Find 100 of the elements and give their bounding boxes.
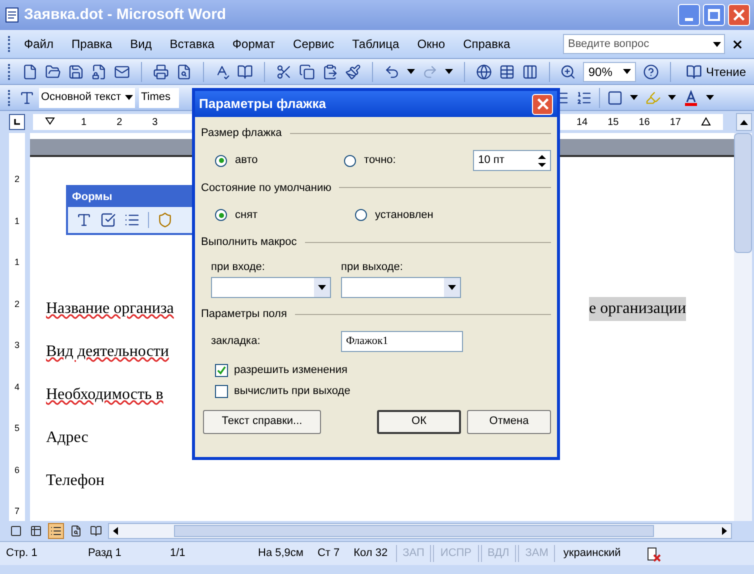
macro-dropdown[interactable] — [341, 277, 461, 298]
menu-item[interactable]: Справка — [454, 35, 520, 53]
zoom-dropdown[interactable]: 90% — [583, 62, 636, 82]
status-item: ВДЛ — [480, 545, 516, 562]
dialog-button[interactable]: Отмена — [467, 410, 551, 434]
dialog-title: Параметры флажка — [199, 95, 326, 114]
undo-icon[interactable] — [384, 64, 400, 80]
tab-selector[interactable] — [9, 114, 25, 130]
globe-icon[interactable] — [476, 64, 492, 80]
new-document-icon[interactable] — [22, 64, 38, 80]
view-icon — [10, 525, 22, 537]
minimize-button[interactable] — [678, 4, 700, 26]
vertical-scrollbar[interactable] — [734, 133, 752, 521]
properties-icon[interactable] — [157, 212, 173, 228]
form-field[interactable]: е организации — [589, 296, 686, 320]
mail-icon[interactable] — [114, 64, 130, 80]
menu-item[interactable]: Таблица — [343, 35, 408, 53]
close-button[interactable] — [532, 94, 553, 114]
columns-icon[interactable] — [522, 64, 538, 80]
font-color-icon[interactable] — [683, 90, 699, 106]
checkbox[interactable] — [215, 384, 228, 398]
save-icon[interactable] — [68, 64, 84, 80]
font-dropdown[interactable]: Times — [139, 88, 179, 108]
view-button[interactable] — [48, 523, 64, 539]
checkbox-icon[interactable] — [100, 212, 116, 228]
group-title: Параметры поля — [201, 307, 287, 322]
ruler-number: 2 — [116, 116, 122, 130]
document-text: Вид деятельности — [46, 342, 169, 362]
document-text: Название организа — [46, 298, 174, 318]
checkbox[interactable] — [215, 364, 228, 376]
printer-icon[interactable] — [152, 64, 169, 80]
close-icon[interactable] — [733, 40, 742, 48]
radio-button[interactable] — [215, 209, 227, 221]
zoom-icon[interactable] — [560, 64, 576, 80]
radio-button[interactable] — [215, 154, 227, 166]
caret-icon — [668, 95, 676, 100]
view-icon — [70, 525, 82, 537]
menu-item[interactable]: Правка — [62, 35, 122, 53]
styles-icon[interactable] — [19, 90, 35, 106]
status-item: ЗАП — [396, 545, 432, 562]
research-icon[interactable] — [237, 64, 254, 80]
ruler-number: 4 — [14, 380, 20, 394]
close-icon — [536, 98, 548, 110]
ruler-number: 1 — [14, 214, 20, 228]
radio-button[interactable] — [355, 209, 367, 221]
ruler-number: 1 — [81, 116, 87, 130]
view-button[interactable] — [8, 523, 24, 539]
view-button[interactable] — [88, 523, 104, 539]
ruler-number: 1 — [14, 256, 20, 269]
brush-icon[interactable] — [345, 64, 362, 80]
caret-icon — [125, 95, 133, 100]
close-button[interactable] — [728, 4, 750, 26]
menu-item[interactable]: Вставка — [160, 35, 224, 53]
folder-icon[interactable] — [44, 64, 61, 80]
scroll-up-button[interactable] — [736, 113, 752, 131]
view-button[interactable] — [28, 523, 44, 539]
checkbox-label: вычислить при выходе — [234, 384, 350, 399]
document-text: Адрес — [46, 428, 88, 448]
ruler-number: 3 — [14, 339, 20, 352]
table-icon[interactable] — [498, 64, 515, 80]
right-arrow-icon[interactable] — [722, 527, 727, 535]
dialog-button[interactable]: Текст справки... — [203, 410, 321, 434]
border-icon[interactable] — [607, 90, 623, 106]
print-preview-icon[interactable] — [176, 64, 192, 80]
status-item: На 5,9см — [257, 546, 304, 562]
help-icon[interactable] — [643, 64, 660, 80]
ruler-number: 7 — [14, 505, 20, 518]
paste-icon[interactable] — [322, 64, 338, 80]
field-label: закладка: — [211, 334, 262, 349]
menu-item[interactable]: Файл — [15, 35, 63, 53]
status-item: украинский — [562, 546, 622, 562]
menu-item[interactable]: Сервис — [284, 35, 344, 53]
style-dropdown[interactable]: Основной текст — [39, 88, 135, 108]
indent-marker-icon[interactable] — [701, 117, 711, 127]
horizontal-scrollbar[interactable] — [108, 523, 732, 539]
left-arrow-icon[interactable] — [113, 527, 118, 535]
indent-marker-icon[interactable] — [45, 117, 55, 127]
list-icon[interactable] — [576, 90, 592, 106]
maximize-button[interactable] — [703, 4, 725, 26]
status-item: Кол 32 — [352, 546, 389, 562]
list-box-icon[interactable] — [124, 212, 140, 228]
scissors-icon[interactable] — [276, 64, 292, 80]
caret-icon — [318, 285, 326, 290]
radio-button[interactable] — [344, 154, 356, 166]
menu-item[interactable]: Вид — [121, 35, 161, 53]
text-field-icon[interactable] — [76, 212, 92, 228]
bookmark-field[interactable]: Флажок1 — [341, 330, 463, 352]
ruler-number: 17 — [670, 116, 681, 130]
dialog-button[interactable]: ОК — [377, 410, 461, 434]
size-spinner[interactable]: 10 пт — [473, 150, 551, 171]
reading-button[interactable]: Чтение — [682, 62, 750, 80]
menu-item[interactable]: Окно — [408, 35, 454, 53]
group-title: Размер флажка — [201, 126, 282, 141]
macro-dropdown[interactable] — [211, 277, 331, 298]
toolbar-title: Формы — [72, 190, 112, 205]
spelling-status-icon[interactable] — [644, 546, 661, 562]
permission-icon[interactable] — [90, 64, 107, 80]
copy-icon[interactable] — [299, 64, 316, 80]
menu-item[interactable]: Формат — [223, 35, 284, 53]
book-icon — [686, 64, 702, 80]
